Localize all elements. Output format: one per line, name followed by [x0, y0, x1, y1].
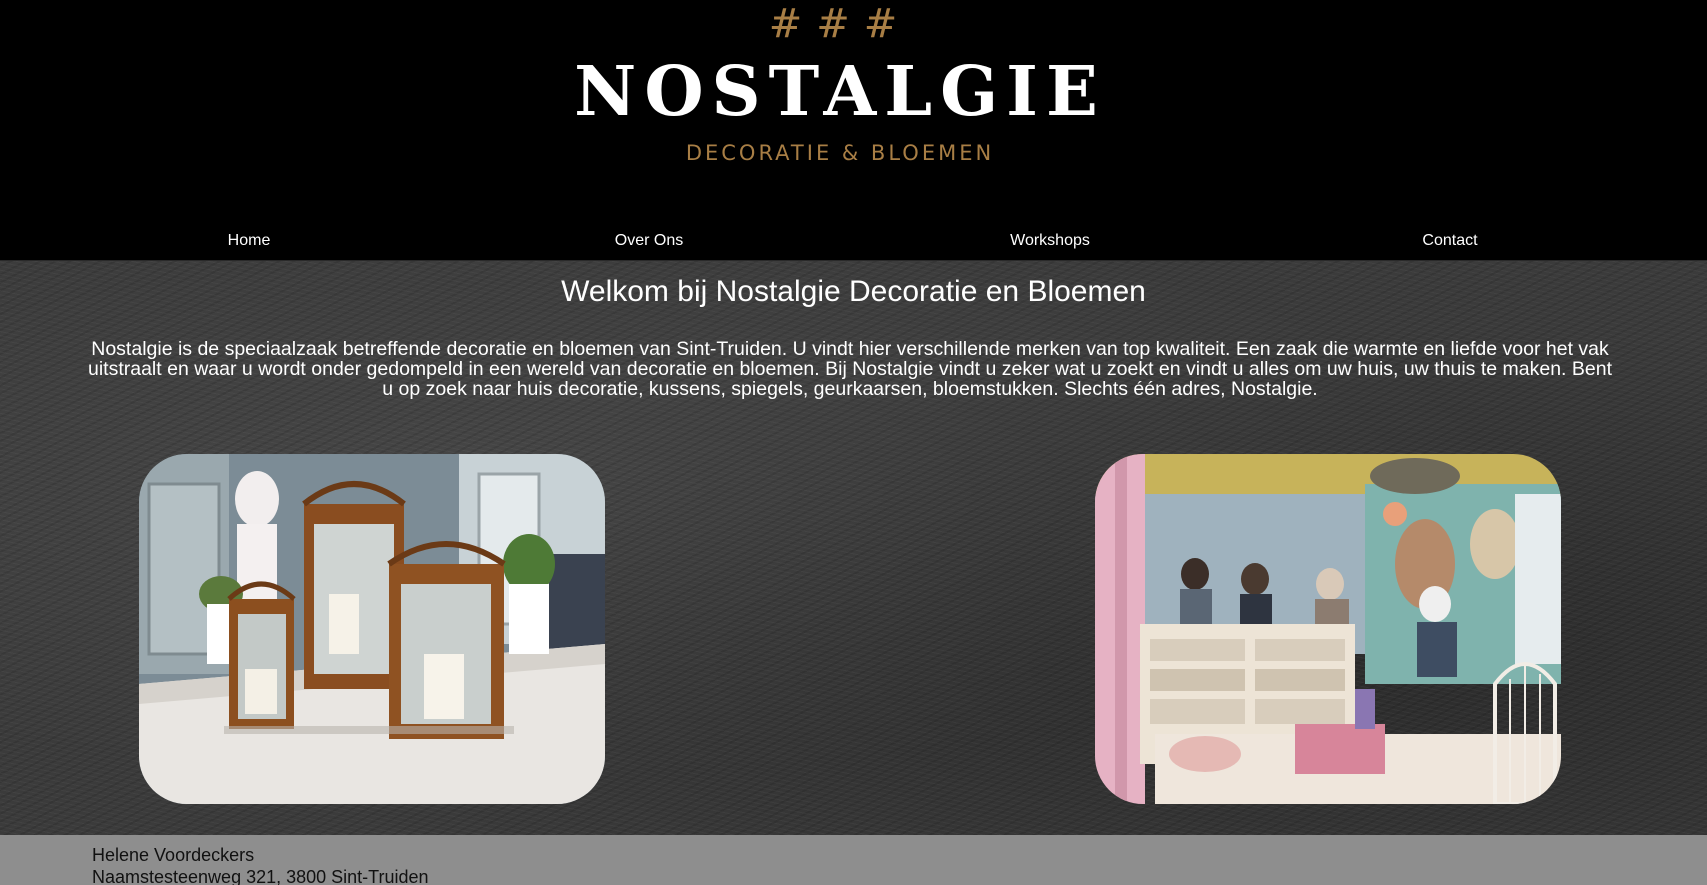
intro-text: Nostalgie is de speciaalzaak betreffende… — [87, 338, 1612, 400]
footer-address: Naamstesteenweg 321, 3800 Sint-Truiden — [92, 867, 429, 885]
lanterns-photo — [139, 454, 605, 804]
nav-item-home[interactable]: Home — [49, 212, 449, 260]
main-nav: Home Over Ons Workshops Contact — [0, 212, 1707, 261]
logo-hashes: ### — [768, 1, 912, 47]
site-footer: Helene Voordeckers Naamstesteenweg 321, … — [0, 835, 1707, 885]
shop-interior-photo — [1095, 454, 1561, 804]
nav-item-contact[interactable]: Contact — [1250, 212, 1650, 260]
page: ### NOSTALGIE DECORATIE & BLOEMEN Home O… — [0, 0, 1707, 885]
logo-subtitle: DECORATIE & BLOEMEN — [685, 141, 995, 165]
site-header: ### NOSTALGIE DECORATIE & BLOEMEN — [0, 0, 1707, 212]
nav-item-workshops[interactable]: Workshops — [850, 212, 1250, 260]
logo-name: NOSTALGIE — [574, 52, 1106, 132]
page-title: Welkom bij Nostalgie Decoratie en Bloeme… — [561, 275, 1146, 308]
nav-item-over-ons[interactable]: Over Ons — [449, 212, 849, 260]
site-logo[interactable]: ### NOSTALGIE DECORATIE & BLOEMEN — [560, 0, 1120, 190]
main-content: Welkom bij Nostalgie Decoratie en Bloeme… — [0, 261, 1707, 835]
footer-owner-name: Helene Voordeckers — [92, 845, 255, 865]
